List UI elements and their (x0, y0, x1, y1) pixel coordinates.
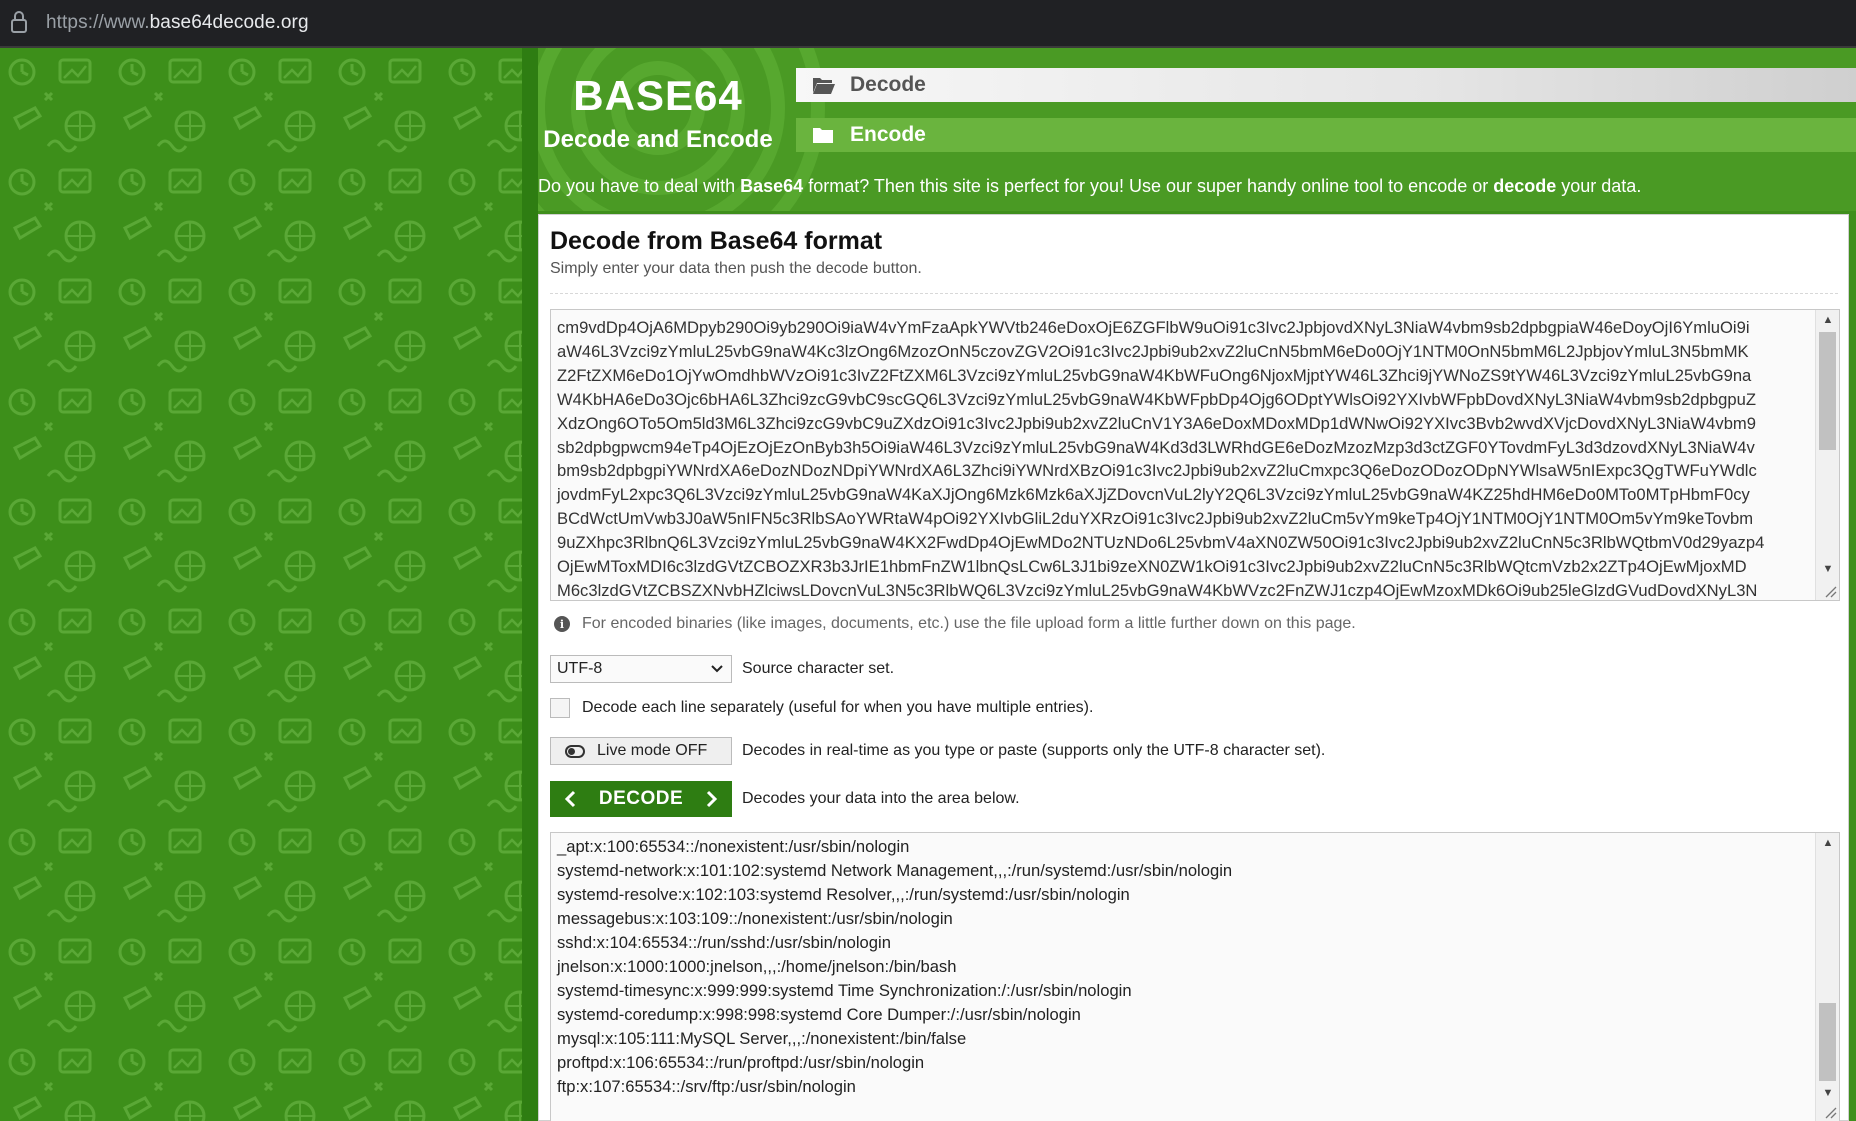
base64-input-line: 9uZXhpc3RlbnQ6L3Vzci9zYmluL25vbG9naW4KX2… (557, 533, 1765, 553)
base64-input-line: cm9vdDp4OjA6MDpyb290Oi9yb290Oi9iaW4vYmFz… (557, 318, 1750, 337)
background-pattern (0, 48, 522, 1121)
each-line-label: Decode each line separately (useful for … (582, 699, 1094, 716)
chevron-left-icon (564, 790, 576, 808)
charset-select[interactable]: UTF-8 (550, 655, 732, 683)
scroll-up-icon[interactable]: ▲ (1821, 313, 1835, 327)
browser-address-bar[interactable]: https://www.base64decode.org (0, 0, 1856, 48)
panel-subtitle: Simply enter your data then push the dec… (550, 260, 922, 277)
divider-line (550, 293, 1838, 294)
scrollbar-thumb[interactable] (1819, 332, 1836, 450)
base64-input-line: bm9sb2dpbgpiYWNrdXA6eDozNDozNDpiYWNrdXA6… (557, 461, 1757, 481)
tab-decode[interactable]: Decode (796, 68, 1856, 102)
base64-input-line: BCdWctUmVwb3J0aW5nIFN5c3RlbSAoYWRtaW4pOi… (557, 509, 1754, 529)
live-mode-row: Live mode OFF Decodes in real-time as yo… (550, 737, 1325, 765)
tab-decode-label: Decode (850, 73, 926, 96)
logo-title: BASE64 (573, 72, 743, 119)
chevron-right-icon (706, 790, 718, 808)
live-mode-button-label: Live mode OFF (597, 742, 708, 759)
charset-row: UTF-8 Source character set. (550, 655, 894, 683)
decoded-output-text: _apt:x:100:65534::/nonexistent:/usr/sbin… (557, 835, 1232, 1099)
tab-encode[interactable]: Encode (796, 118, 1856, 152)
folder-open-icon (812, 74, 838, 96)
each-line-row: Decode each line separately (useful for … (550, 698, 1093, 718)
base64-input-line: OjEwMToxMDI6c3lzdGVtZCBOZXR3b3JrIE1hbmFn… (557, 557, 1747, 577)
base64-input-line: aW46L3Vzci9zYmluL25vbG9naW4Kc3lzOng6Mzoz… (557, 341, 1749, 361)
tab-encode-label: Encode (850, 123, 926, 146)
scroll-up-icon[interactable]: ▲ (1821, 836, 1835, 850)
decode-row: DECODE Decodes your data into the area b… (550, 781, 1020, 817)
each-line-checkbox[interactable] (550, 698, 570, 718)
decode-label: Decodes your data into the area below. (742, 790, 1020, 807)
base64-input-line: Z2FtZXM6eDo1OjYwOmdhbWVzOi91c3IvZ2FtZXM6… (557, 365, 1752, 385)
base64-input-line: XdzOng6OTo5Om5ld3M6L3Zhci9zcG9vbC9uZXdzO… (557, 413, 1756, 433)
site-tagline: Do you have to deal with Base64 format? … (538, 176, 1642, 196)
output-scrollbar[interactable]: ▲ ▼ (1815, 833, 1839, 1121)
decode-button-label: DECODE (598, 788, 684, 809)
decoded-output-line: proftpd:x:106:65534::/run/proftpd:/usr/s… (557, 1053, 925, 1072)
charset-value: UTF-8 (557, 660, 603, 677)
folder-icon (812, 124, 838, 146)
logo-subtitle: Decode and Encode (543, 126, 773, 153)
live-mode-button[interactable]: Live mode OFF (550, 737, 732, 765)
lock-icon (10, 10, 30, 36)
toggle-icon (565, 744, 585, 758)
info-icon: i (554, 616, 570, 632)
base64-input-line: M6c3lzdGVtZCBSZXNvbHZlciwsLDovcnVuL3N5c3… (557, 580, 1758, 600)
decoded-output-line: _apt:x:100:65534::/nonexistent:/usr/sbin… (557, 837, 910, 856)
site-logo[interactable]: BASE64 Decode and Encode (538, 72, 778, 154)
resize-handle-icon[interactable] (1823, 584, 1837, 598)
decode-button[interactable]: DECODE (550, 781, 732, 817)
base64-input-line: sb2dpbgpwcm94eTp4OjEzOjEzOnByb3h5Oi9iaW4… (557, 437, 1755, 457)
base64-input-line: jovdmFyL2xpc3Q6L3Vzci9zYmluL25vbG9naW4Ka… (557, 485, 1750, 505)
url-prefix: https://www. (46, 12, 150, 33)
decoded-output-line: messagebus:x:103:109::/nonexistent:/usr/… (557, 909, 953, 928)
base64-input-textarea[interactable]: cm9vdDp4OjA6MDpyb290Oi9yb290Oi9iaW4vYmFz… (550, 309, 1840, 601)
resize-handle-icon[interactable] (1823, 1105, 1837, 1119)
decoded-output-line: systemd-timesync:x:999:999:systemd Time … (557, 981, 1132, 1000)
url-domain: base64decode.org (149, 12, 309, 33)
decoded-output-line: systemd-coredump:x:998:998:systemd Core … (557, 1005, 1081, 1024)
input-scrollbar[interactable]: ▲ ▼ (1815, 310, 1839, 600)
live-mode-label: Decodes in real-time as you type or past… (742, 742, 1326, 759)
decoded-output-line: sshd:x:104:65534::/run/sshd:/usr/sbin/no… (557, 933, 891, 952)
decoded-output-line: mysql:x:105:111:MySQL Server,,,:/nonexis… (557, 1029, 967, 1048)
decoded-output-textarea[interactable]: _apt:x:100:65534::/nonexistent:/usr/sbin… (550, 832, 1840, 1121)
decoded-output-line: systemd-resolve:x:102:103:systemd Resolv… (557, 885, 1130, 904)
base64-input-line: W4KbHA6eDo3Ojc6bHA6L3Zhci9zcG9vbC9scGQ6L… (557, 389, 1756, 409)
charset-label: Source character set. (742, 660, 895, 677)
scroll-down-icon[interactable]: ▼ (1821, 562, 1835, 576)
decoded-output-line: ftp:x:107:65534::/srv/ftp:/usr/sbin/nolo… (557, 1077, 856, 1096)
base64-input-text: cm9vdDp4OjA6MDpyb290Oi9yb290Oi9iaW4vYmFz… (557, 316, 1811, 600)
chevron-down-icon (711, 665, 723, 673)
decoded-output-line: jnelson:x:1000:1000:jnelson,,,:/home/jne… (557, 957, 957, 976)
scrollbar-thumb[interactable] (1819, 1003, 1836, 1081)
url-text[interactable]: https://www.base64decode.org (46, 12, 309, 34)
scroll-down-icon[interactable]: ▼ (1821, 1086, 1835, 1100)
binary-upload-note-text: For encoded binaries (like images, docum… (582, 615, 1356, 632)
binary-upload-note: i For encoded binaries (like images, doc… (554, 615, 1356, 633)
decode-panel: Decode from Base64 format Simply enter y… (538, 214, 1849, 1121)
content-divider (522, 48, 538, 1121)
panel-title: Decode from Base64 format (550, 227, 883, 255)
decoded-output-line: systemd-network:x:101:102:systemd Networ… (557, 861, 1233, 880)
